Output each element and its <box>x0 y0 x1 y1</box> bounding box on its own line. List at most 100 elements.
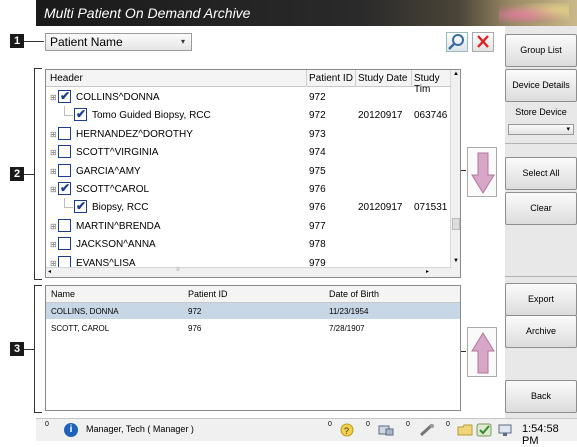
row-checkbox[interactable] <box>58 237 71 251</box>
folder-icon[interactable] <box>456 423 474 437</box>
row-checkbox[interactable] <box>58 163 71 177</box>
row-name: SCOTT^CAROL <box>76 184 150 195</box>
column-header[interactable]: Study Date <box>358 73 407 84</box>
selected-patients-grid[interactable]: Name Patient ID Date of Birth COLLINS, D… <box>45 285 461 411</box>
expand-icon[interactable]: ⊞ <box>50 148 57 157</box>
patient-name-dropdown[interactable]: Patient Name ▾ <box>45 33 192 51</box>
column-header[interactable]: Date of Birth <box>329 289 379 299</box>
arrow-up-icon <box>471 332 495 374</box>
row-name: JACKSON^ANNA <box>76 239 156 251</box>
column-header[interactable]: Patient ID <box>188 289 228 299</box>
tree-row[interactable]: ⊞ SCOTT^VIRGINIA 974 <box>46 143 452 161</box>
scroll-up-icon[interactable]: ▲ <box>453 71 459 77</box>
network-icon[interactable] <box>377 423 395 437</box>
grid-header: Name Patient ID Date of Birth <box>46 286 460 303</box>
archive-button[interactable]: Archive <box>505 315 577 348</box>
status-count: 0 <box>328 421 332 428</box>
divider <box>505 143 577 144</box>
tree-row[interactable]: ⊞ JACKSON^ANNA 978 <box>46 235 452 253</box>
checkmark-icon: ✔ <box>60 89 71 103</box>
expand-icon[interactable]: ⊞ <box>50 130 57 139</box>
scroll-right-icon[interactable]: ▸ <box>426 268 429 275</box>
list-item[interactable]: COLLINS, DONNA 972 11/23/1954 <box>46 303 460 319</box>
list-item-patient-id: 972 <box>188 307 202 316</box>
list-item[interactable]: SCOTT, CAROL 976 7/28/1907 <box>46 320 460 336</box>
callout-3: 3 <box>10 342 24 356</box>
scroll-thumb[interactable] <box>452 218 460 230</box>
monitor-icon[interactable] <box>497 423 515 437</box>
close-icon <box>477 35 489 48</box>
checkmark-icon[interactable] <box>476 423 494 437</box>
move-down-button[interactable] <box>467 147 497 197</box>
row-checkbox[interactable]: ✔ <box>74 107 87 122</box>
row-study-date: 20120917 <box>358 202 403 214</box>
expand-icon[interactable]: ⊞ <box>50 93 57 102</box>
tree-row[interactable]: ⊞ HERNANDEZ^DOROTHY 973 <box>46 125 452 143</box>
store-device-dropdown[interactable]: ▾ <box>508 124 574 135</box>
row-checkbox[interactable]: ✔ <box>58 89 71 103</box>
column-header[interactable]: Header <box>50 73 83 84</box>
row-checkbox[interactable]: ✔ <box>58 181 71 195</box>
expand-icon[interactable]: ⊞ <box>50 222 57 231</box>
row-name: GARCIA^AMY <box>76 165 141 177</box>
scroll-down-icon[interactable]: ▼ <box>453 258 459 264</box>
expand-icon[interactable]: ⊞ <box>50 240 57 249</box>
tree-row[interactable]: ⊞ MARTIN^BRENDA 977 <box>46 217 452 235</box>
status-count: 0 <box>446 421 450 428</box>
column-header[interactable]: Patient ID <box>309 73 353 84</box>
horizontal-scrollbar[interactable]: ◂ ≡ ▸ <box>46 267 452 277</box>
search-button[interactable] <box>446 32 468 52</box>
callout-line <box>34 279 42 280</box>
checkmark-icon: ✔ <box>60 181 71 195</box>
back-button[interactable]: Back <box>505 380 577 413</box>
row-study-time: 063746 <box>414 110 448 122</box>
checkmark-icon: ✔ <box>76 107 87 122</box>
scroll-grip[interactable]: ≡ <box>176 267 180 273</box>
title-bar: Multi Patient On Demand Archive <box>36 0 577 26</box>
patient-tree-grid[interactable]: Header Patient ID Study Date Study Tim ⊞… <box>45 69 461 278</box>
scroll-left-icon[interactable]: ◂ <box>48 268 51 275</box>
row-checkbox[interactable]: ✔ <box>74 199 87 214</box>
arrow-down-icon <box>471 152 495 194</box>
tree-row[interactable]: ✔ Biopsy, RCC 976 20120917 071531 <box>46 198 452 216</box>
list-item-name: SCOTT, CAROL <box>51 324 110 333</box>
checkmark-icon: ✔ <box>76 199 87 214</box>
expand-icon[interactable]: ⊞ <box>50 185 57 194</box>
tree-row[interactable]: ⊞ ✔ COLLINS^DONNA 972 <box>46 88 452 106</box>
row-patient-id: 972 <box>309 110 326 122</box>
row-name: Tomo Guided Biopsy, RCC <box>92 110 211 122</box>
column-header[interactable]: Name <box>51 289 75 299</box>
device-details-button[interactable]: Device Details <box>505 69 577 102</box>
group-list-button[interactable]: Group List <box>505 34 577 67</box>
export-button[interactable]: Export <box>505 283 577 316</box>
row-name: Biopsy, RCC <box>92 202 149 214</box>
tree-row[interactable]: ⊞ ✔ SCOTT^CAROL 976 <box>46 180 452 198</box>
callout-1: 1 <box>10 34 24 48</box>
svg-text:?: ? <box>344 426 349 436</box>
help-icon[interactable]: ? <box>338 423 356 437</box>
row-study-time: 071531 <box>414 202 448 214</box>
info-icon[interactable]: i <box>64 423 78 437</box>
move-up-button[interactable] <box>467 327 497 377</box>
tree-row[interactable]: ✔ Tomo Guided Biopsy, RCC 972 20120917 06374… <box>46 106 452 124</box>
patient-name-dropdown-label: Patient Name <box>50 35 123 49</box>
callout-line <box>24 41 44 42</box>
row-checkbox[interactable] <box>58 218 71 232</box>
row-patient-id: 976 <box>309 202 326 214</box>
brand-graphic <box>499 3 569 23</box>
expand-icon[interactable]: ⊞ <box>50 167 57 176</box>
tools-icon[interactable] <box>418 423 436 437</box>
list-item-dob: 7/28/1907 <box>329 324 365 333</box>
row-checkbox[interactable] <box>58 126 71 140</box>
row-patient-id: 973 <box>309 128 326 140</box>
tree-connector <box>64 207 73 209</box>
tree-row[interactable]: ⊞ GARCIA^AMY 975 <box>46 162 452 180</box>
row-checkbox[interactable] <box>58 145 71 159</box>
clear-button[interactable]: Clear <box>505 192 577 225</box>
clear-search-button[interactable] <box>472 32 494 52</box>
select-all-button[interactable]: Select All <box>505 157 577 190</box>
row-name: HERNANDEZ^DOROTHY <box>76 128 193 140</box>
chevron-down-icon: ▾ <box>180 37 185 46</box>
vertical-scrollbar[interactable]: ▲ ▼ <box>450 70 460 277</box>
status-count: 0 <box>45 421 49 428</box>
